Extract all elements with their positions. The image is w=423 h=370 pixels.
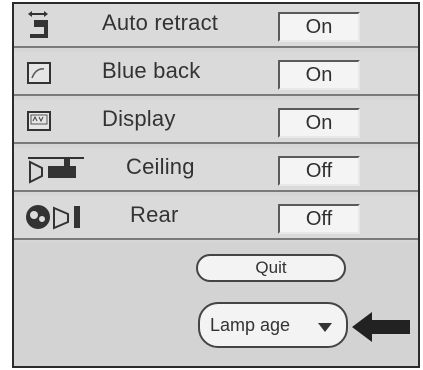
blue-back-value[interactable]: On bbox=[278, 60, 360, 90]
menu-row-auto-retract[interactable]: Auto retract On bbox=[14, 4, 418, 48]
display-value[interactable]: On bbox=[278, 108, 360, 138]
auto-retract-label: Auto retract bbox=[102, 10, 219, 35]
menu-row-rear[interactable]: Rear Off bbox=[14, 196, 418, 240]
rear-value[interactable]: Off bbox=[278, 204, 360, 234]
menu-row-display[interactable]: Display On bbox=[14, 100, 418, 144]
ceiling-label: Ceiling bbox=[126, 154, 195, 179]
menu-row-blue-back[interactable]: Blue back On bbox=[14, 52, 418, 96]
auto-retract-value[interactable]: On bbox=[278, 12, 360, 42]
quit-button[interactable]: Quit bbox=[196, 254, 346, 282]
chevron-down-icon bbox=[318, 323, 332, 332]
display-label: Display bbox=[102, 106, 176, 131]
pointer-arrow-icon bbox=[352, 312, 410, 342]
lamp-age-label: Lamp age bbox=[210, 315, 291, 335]
blue-back-icon bbox=[24, 58, 54, 88]
rear-label: Rear bbox=[130, 202, 179, 227]
ceiling-projector-icon bbox=[24, 154, 96, 184]
rear-projection-icon bbox=[24, 202, 104, 232]
menu-row-ceiling[interactable]: Ceiling Off bbox=[14, 148, 418, 192]
display-icon bbox=[24, 106, 54, 136]
blue-back-label: Blue back bbox=[102, 58, 201, 83]
auto-retract-icon bbox=[24, 10, 54, 40]
ceiling-value[interactable]: Off bbox=[278, 156, 360, 186]
lamp-age-button[interactable]: Lamp age bbox=[198, 302, 348, 348]
